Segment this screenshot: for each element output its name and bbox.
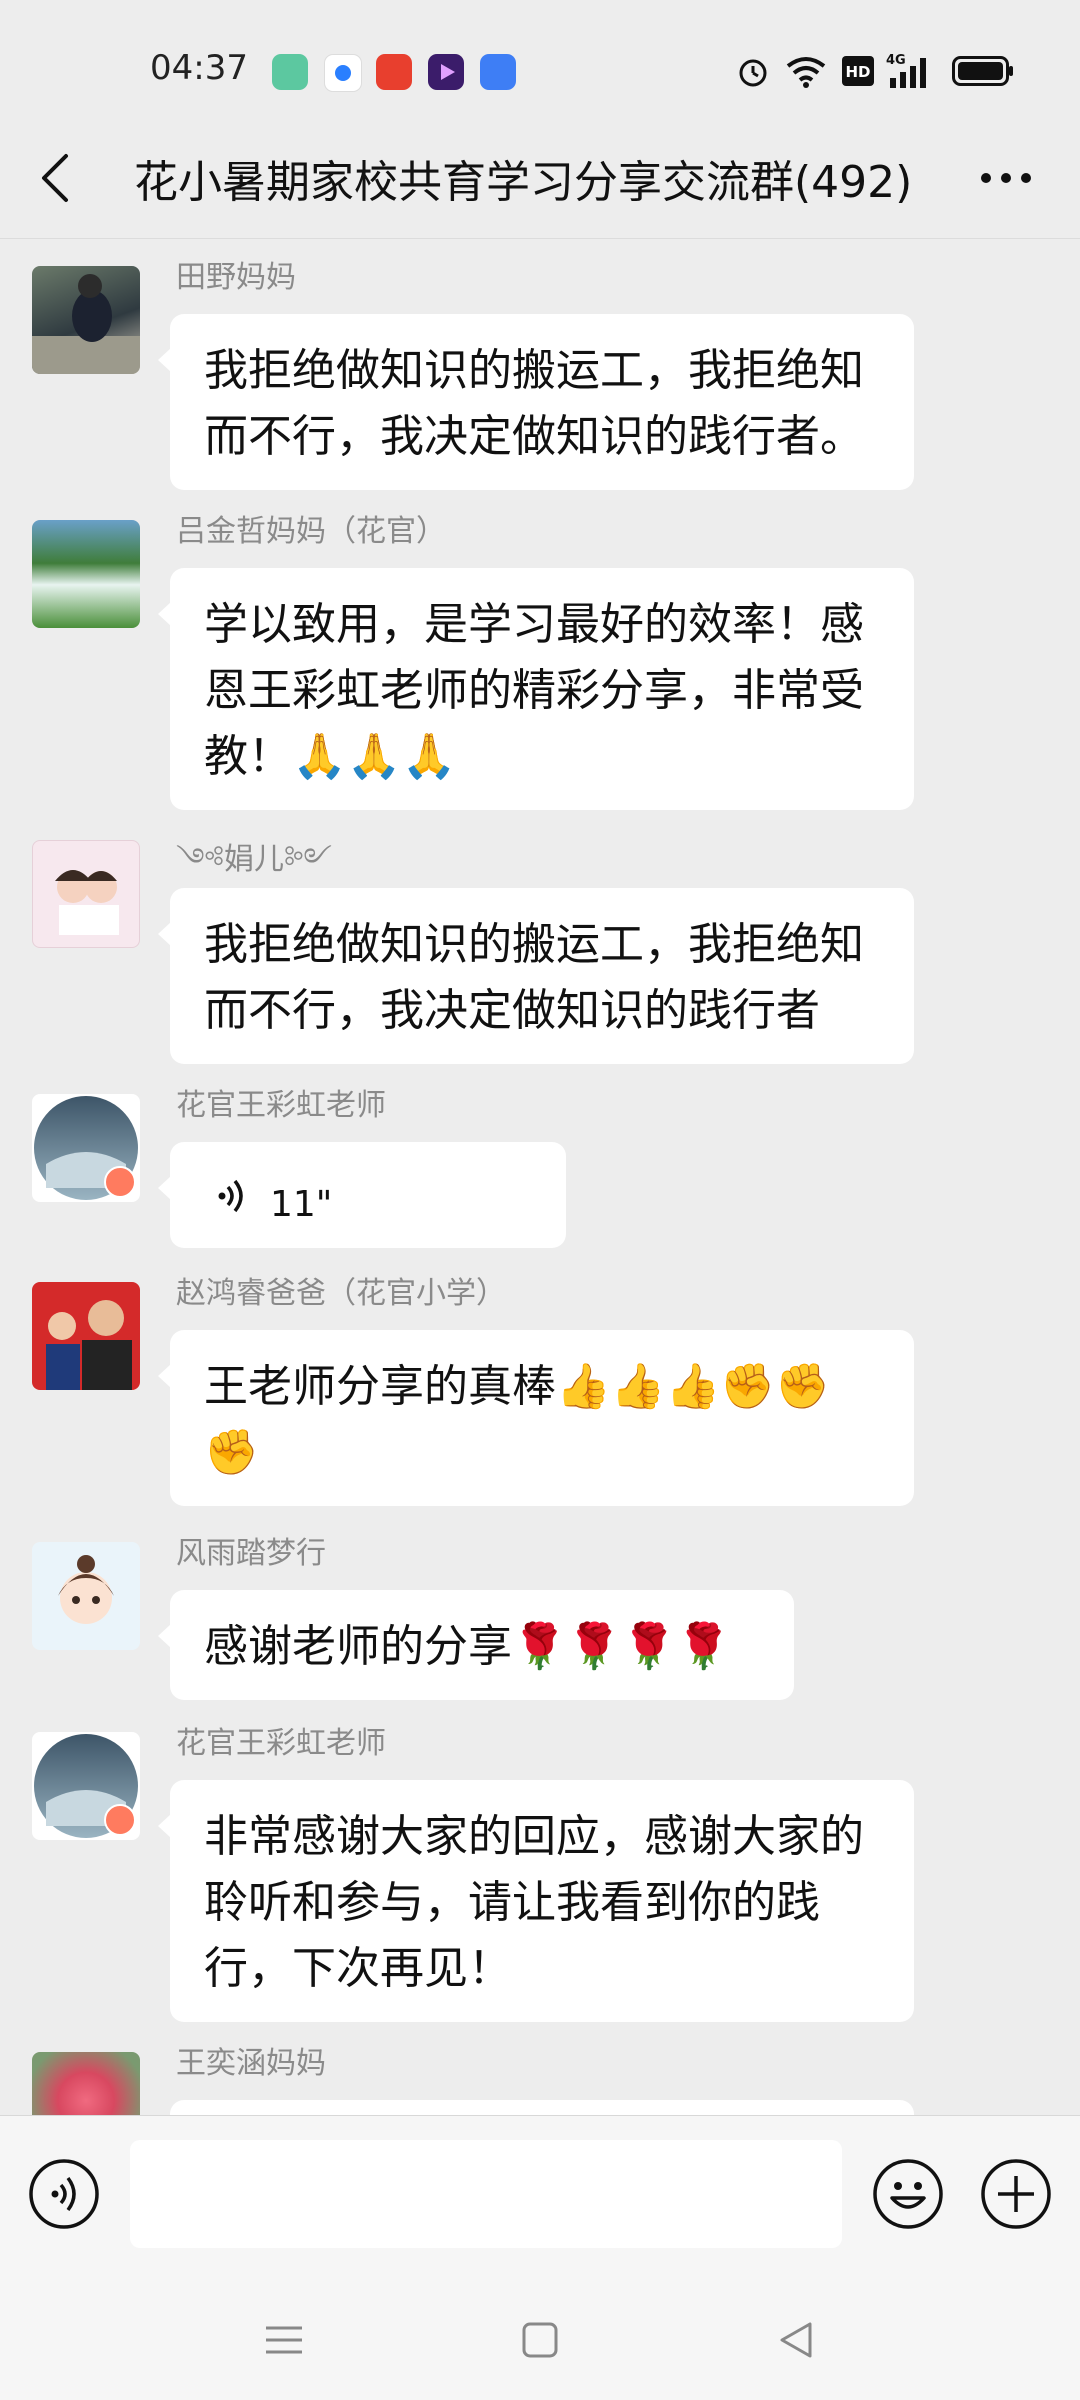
battery-icon (952, 56, 1013, 86)
message-text: 我拒绝做知识的搬运工，我拒绝知而不行，我决定做知识的践行者。 (204, 345, 864, 462)
status-time: 04:37 (150, 48, 248, 88)
sender-name: 花官王彩虹老师 (176, 1088, 386, 1123)
system-nav-bar (0, 2280, 1080, 2400)
svg-text:4G: 4G (886, 53, 906, 68)
message-bubble[interactable]: 我拒绝做知识的搬运工，我拒绝知而不行，我决定做知识的践行者。 (158, 314, 914, 490)
chat-message-list[interactable]: 田野妈妈 我拒绝做知识的搬运工，我拒绝知而不行，我决定做知识的践行者。 吕金哲妈… (0, 238, 1080, 2115)
chat-message: ༺娟儿༻ 我拒绝做知识的搬运工，我拒绝知而不行，我决定做知识的践行者 (0, 826, 1080, 1066)
avatar[interactable] (32, 840, 140, 948)
sender-name: 吕金哲妈妈（花官） (176, 514, 446, 549)
message-bubble[interactable]: 王老师分享的真棒👍👍👍✊✊✊ (158, 1330, 914, 1506)
home-icon[interactable] (520, 2320, 560, 2360)
alarm-icon (739, 59, 767, 87)
avatar[interactable] (32, 2052, 140, 2115)
4g-signal-icon: 4G (886, 53, 926, 88)
app-icon-ting (376, 54, 412, 90)
message-text: 我拒绝做知识的搬运工，我拒绝知而不行，我决定做知识的践行者 (204, 919, 864, 1036)
avatar[interactable] (32, 1282, 140, 1390)
voice-wave-icon (218, 1179, 243, 1213)
back-triangle-icon[interactable] (776, 2320, 816, 2360)
message-bubble[interactable] (170, 2100, 914, 2115)
back-icon[interactable] (36, 148, 76, 208)
emoji-icon[interactable] (872, 2158, 944, 2230)
avatar[interactable] (32, 1732, 140, 1840)
avatar-badge (104, 1166, 136, 1198)
sender-name: 风雨踏梦行 (176, 1536, 326, 1571)
chat-message: 王奕涵妈妈 (0, 2038, 1080, 2115)
wifi-icon (786, 57, 826, 88)
message-bubble[interactable]: 我拒绝做知识的搬运工，我拒绝知而不行，我决定做知识的践行者 (158, 888, 914, 1064)
app-icon-green (272, 54, 308, 90)
message-text: 非常感谢大家的回应，感谢大家的聆听和参与，请让我看到你的践行，下次再见！ (204, 1811, 864, 1994)
plus-icon[interactable] (980, 2158, 1052, 2230)
avatar[interactable] (32, 266, 140, 374)
sender-name: 花官王彩虹老师 (176, 1726, 386, 1761)
sender-name: 王奕涵妈妈 (176, 2046, 326, 2081)
avatar[interactable] (32, 520, 140, 628)
voice-duration: 11" (270, 1184, 333, 1225)
input-bar (0, 2115, 1080, 2281)
voice-message-bubble[interactable]: 11" (158, 1142, 566, 1248)
avatar[interactable] (32, 1542, 140, 1650)
message-text: 学以致用，是学习最好的效率！感恩王彩虹老师的精彩分享，非常受教！🙏🙏🙏 (204, 599, 864, 782)
chat-message: 田野妈妈 我拒绝做知识的搬运工，我拒绝知而不行，我决定做知识的践行者。 (0, 252, 1080, 492)
sender-name: 赵鸿睿爸爸（花官小学） (176, 1276, 506, 1311)
chat-message: 赵鸿睿爸爸（花官小学） 王老师分享的真棒👍👍👍✊✊✊ (0, 1268, 1080, 1508)
voice-input-icon[interactable] (28, 2158, 100, 2230)
message-text: 感谢老师的分享🌹🌹🌹🌹 (204, 1621, 732, 1672)
chat-header: 花小暑期家校共育学习分享交流群(492) (0, 120, 1080, 239)
message-input[interactable] (130, 2140, 842, 2248)
menu-icon[interactable] (264, 2320, 304, 2360)
sender-name: 田野妈妈 (176, 260, 296, 295)
chat-message: 花官王彩虹老师 11" (0, 1080, 1080, 1250)
message-bubble[interactable]: 感谢老师的分享🌹🌹🌹🌹 (158, 1590, 794, 1700)
app-icon-video (428, 54, 464, 90)
app-icon-square (480, 54, 516, 90)
avatar[interactable] (32, 1094, 140, 1202)
hd-icon: HD (842, 56, 874, 86)
avatar-badge (104, 1804, 136, 1836)
more-options-icon[interactable] (976, 150, 1036, 206)
app-icon-blue (324, 54, 362, 92)
chat-message: 花官王彩虹老师 非常感谢大家的回应，感谢大家的聆听和参与，请让我看到你的践行，下… (0, 1718, 1080, 2022)
status-bar: 04:37 HD 4G (0, 0, 1080, 120)
message-bubble[interactable]: 学以致用，是学习最好的效率！感恩王彩虹老师的精彩分享，非常受教！🙏🙏🙏 (158, 568, 914, 810)
svg-text:HD: HD (845, 63, 870, 81)
message-bubble[interactable]: 非常感谢大家的回应，感谢大家的聆听和参与，请让我看到你的践行，下次再见！ (158, 1780, 914, 2022)
chat-message: 吕金哲妈妈（花官） 学以致用，是学习最好的效率！感恩王彩虹老师的精彩分享，非常受… (0, 506, 1080, 810)
chat-message: 风雨踏梦行 感谢老师的分享🌹🌹🌹🌹 (0, 1528, 1080, 1700)
group-title: 花小暑期家校共育学习分享交流群(492) (134, 157, 913, 208)
message-text: 王老师分享的真棒👍👍👍✊✊✊ (204, 1361, 830, 1478)
